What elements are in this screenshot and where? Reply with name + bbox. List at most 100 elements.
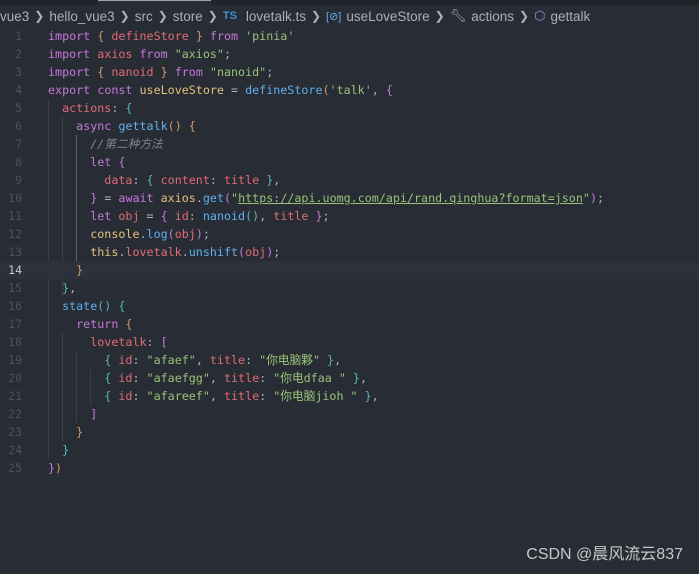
code-token: . — [181, 245, 189, 259]
code-line[interactable]: 6 async gettalk() { — [0, 117, 699, 135]
code-line[interactable]: 4 export const useLoveStore = defineStore… — [0, 81, 699, 99]
code-line[interactable]: 19 { id: "afaef", title: "你电脑夥" }, — [0, 351, 699, 369]
code-token: { — [125, 317, 133, 331]
line-number: 18 — [8, 335, 22, 349]
breadcrumb-item-hello-vue3[interactable]: hello_vue3 — [49, 9, 114, 24]
line-number: 7 — [15, 137, 22, 151]
line-number: 22 — [8, 407, 22, 421]
code-token: import — [48, 65, 91, 79]
code-token: { — [125, 101, 133, 115]
code-token: "nanoid" — [202, 65, 267, 79]
code-line[interactable]: 8 let { — [0, 153, 699, 171]
code-token: . — [139, 227, 147, 241]
code-token: obj — [245, 245, 267, 259]
chevron-right-icon: ❯ — [310, 9, 322, 23]
code-token: , — [209, 389, 224, 403]
line-text: actions: { — [48, 99, 132, 117]
code-token: let — [48, 209, 112, 223]
code-token: , — [371, 389, 379, 403]
line-text: console.log(obj); — [48, 225, 210, 243]
code-line[interactable]: 12 console.log(obj); — [0, 225, 699, 243]
breadcrumb-item-actions[interactable]: actions — [471, 9, 514, 24]
code-line[interactable]: 14 } — [0, 261, 699, 279]
code-token: content — [153, 173, 210, 187]
code-token: , — [359, 371, 368, 385]
chevron-right-icon: ❯ — [519, 9, 530, 23]
line-text: } — [48, 423, 83, 441]
tab-bar — [0, 0, 699, 6]
code-token: let — [48, 155, 112, 169]
code-token: import — [48, 29, 91, 43]
code-line[interactable]: 25}) — [0, 459, 699, 477]
code-line[interactable]: 13 this.lovetalk.unshift(obj); — [0, 243, 699, 261]
code-editor[interactable]: 1 import { defineStore } from 'pinia' 2 imp… — [0, 27, 699, 477]
breadcrumb-item-gettalk[interactable]: gettalk — [550, 9, 590, 24]
code-token: ) — [195, 227, 203, 241]
code-token: get — [202, 191, 224, 205]
breadcrumb: vue3 ❯ hello_vue3 ❯ src ❯ store ❯ TS lovetalk… — [0, 6, 590, 26]
line-text: }, — [48, 279, 76, 297]
code-token: , — [273, 173, 281, 187]
breadcrumb-item-file[interactable]: lovetalk.ts — [246, 9, 306, 24]
line-number: 8 — [15, 155, 22, 169]
code-token: . — [195, 191, 203, 205]
code-token: nanoid — [104, 65, 161, 79]
code-token: id — [111, 389, 133, 403]
line-number: 11 — [8, 209, 22, 223]
breadcrumb-item-store[interactable]: store — [173, 9, 203, 24]
code-token: export — [48, 83, 91, 97]
line-text: import axios from "axios"; — [48, 45, 231, 63]
code-line[interactable]: 7 //第二种方法 — [0, 135, 699, 153]
breadcrumb-item-vue3[interactable]: vue3 — [0, 9, 29, 24]
code-line[interactable]: 20 { id: "afaefgg", title: "你电dfaa " }, — [0, 369, 699, 387]
code-token: defineStore — [104, 29, 196, 43]
code-line[interactable]: 17 return { — [0, 315, 699, 333]
code-token: : — [209, 173, 224, 187]
line-text: this.lovetalk.unshift(obj); — [48, 243, 280, 261]
wrench-icon: 🔧︎ — [449, 8, 467, 23]
code-token: } — [364, 389, 372, 403]
line-number: 12 — [8, 227, 22, 241]
code-token: defineStore — [245, 83, 323, 97]
code-token: title — [223, 389, 260, 403]
code-line[interactable]: 10 } = await axios.get("https://api.uomg… — [0, 189, 699, 207]
line-number: 13 — [8, 245, 22, 259]
code-token: "afaef" — [146, 353, 196, 367]
code-line[interactable]: 3 import { nanoid } from "nanoid"; — [0, 63, 699, 81]
code-token: ; — [202, 227, 210, 241]
chevron-right-icon: ❯ — [434, 9, 445, 23]
breadcrumb-item-src[interactable]: src — [135, 9, 153, 24]
code-line[interactable]: 1 import { defineStore } from 'pinia' — [0, 27, 699, 45]
line-number: 2 — [15, 47, 22, 61]
code-line[interactable]: 23 } — [0, 423, 699, 441]
code-line[interactable]: 2 import axios from "axios"; — [0, 45, 699, 63]
code-token: https://api.uomg.com/api/rand.qinghua?fo… — [238, 191, 583, 205]
code-line[interactable]: 5 actions: { — [0, 99, 699, 117]
code-token: " — [582, 191, 590, 205]
code-line[interactable]: 11 let obj = { id: nanoid(), title }; — [0, 207, 699, 225]
code-token: import — [48, 47, 91, 61]
code-token: state — [48, 299, 98, 313]
breadcrumb-item-store-var[interactable]: useLoveStore — [346, 9, 429, 24]
code-line[interactable]: 22 ] — [0, 405, 699, 423]
code-token: nanoid — [202, 209, 246, 223]
code-line[interactable]: 15 }, — [0, 279, 699, 297]
code-token: from — [209, 29, 239, 43]
code-line[interactable]: 18 lovetalk: [ — [0, 333, 699, 351]
code-token: } — [195, 29, 203, 43]
line-number: 24 — [8, 443, 22, 457]
line-number: 1 — [15, 29, 22, 43]
line-number: 3 — [15, 65, 22, 79]
code-line[interactable]: 16 state() { — [0, 297, 699, 315]
code-token: } — [352, 371, 360, 385]
code-token: "你电脑夥" — [259, 353, 320, 367]
code-line[interactable]: 21 { id: "afareef", title: "你电脑jioh " }, — [0, 387, 699, 405]
code-line[interactable]: 24 } — [0, 441, 699, 459]
code-token: , — [209, 371, 224, 385]
code-line[interactable]: 9 data: { content: title }, — [0, 171, 699, 189]
